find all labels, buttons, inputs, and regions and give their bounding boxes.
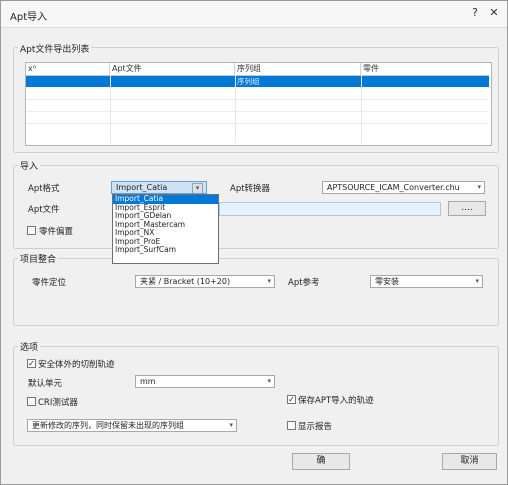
apt-file-input[interactable] <box>219 202 441 216</box>
table-row[interactable] <box>26 99 489 100</box>
apt-reference-select[interactable]: 零安装 ▾ <box>370 275 483 288</box>
chevron-down-icon[interactable]: ▾ <box>475 276 479 287</box>
chevron-down-icon[interactable]: ▾ <box>267 376 271 387</box>
column-header-x[interactable]: x⁰ <box>26 63 110 75</box>
sequence-mode-value: 更新修改的序列，同时保留未出现的序列组 <box>32 421 184 430</box>
safe-cut-label: 安全体外的切削轨迹 <box>38 360 115 370</box>
options-group-label: 选项 <box>18 340 41 353</box>
table-row-selected[interactable]: 序列组 <box>26 76 489 87</box>
sequence-mode-select[interactable]: 更新修改的序列，同时保留未出现的序列组 ▾ <box>27 419 237 432</box>
apt-format-dropdown-list[interactable]: Import_Catia Import_Esprit Import_GDelan… <box>112 194 219 264</box>
ok-button[interactable]: 确 <box>292 453 350 470</box>
save-apt-label: 保存APT导入的轨迹 <box>298 396 374 406</box>
apt-reference-value: 零安装 <box>375 277 399 286</box>
apt-reference-label: Apt参考 <box>288 278 320 288</box>
apt-import-dialog: Apt导入 ? ✕ Apt文件导出列表 x⁰ Apt文件 序列组 零件 序列组 … <box>0 0 508 485</box>
converter-value: APTSOURCE_ICAM_Converter.chu <box>327 183 460 192</box>
column-divider <box>361 75 362 143</box>
project-group <box>13 258 499 326</box>
part-offset-checkbox[interactable] <box>27 226 36 235</box>
part-position-value: 夹紧 / Bracket (10+20) <box>140 277 231 286</box>
default-unit-label: 默认单元 <box>28 379 63 389</box>
column-header-apt-file[interactable]: Apt文件 <box>110 63 235 75</box>
import-group-label: 导入 <box>18 159 41 172</box>
dropdown-option-surfcam[interactable]: Import_SurfCam <box>113 245 218 255</box>
converter-label: Apt转换器 <box>230 184 271 194</box>
cri-checkbox[interactable] <box>27 397 36 406</box>
table-row[interactable] <box>26 111 489 112</box>
save-apt-checkbox[interactable]: ✓ <box>287 395 296 404</box>
safe-cut-checkbox[interactable]: ✓ <box>27 359 36 368</box>
apt-file-label: Apt文件 <box>28 205 60 215</box>
column-header-sequence[interactable]: 序列组 <box>235 63 361 75</box>
selected-cell-sequence: 序列组 <box>237 77 260 86</box>
chevron-down-icon[interactable]: ▾ <box>229 420 233 431</box>
close-button[interactable]: ✕ <box>486 5 502 21</box>
chevron-down-icon[interactable]: ▾ <box>192 183 203 193</box>
default-unit-value: mm <box>140 377 156 386</box>
apt-format-value: Import_Catia <box>116 183 168 192</box>
column-divider <box>235 75 236 143</box>
converter-select[interactable]: APTSOURCE_ICAM_Converter.chu ▾ <box>322 181 485 194</box>
apt-format-label: Apt格式 <box>28 184 60 194</box>
part-position-select[interactable]: 夹紧 / Bracket (10+20) ▾ <box>135 275 275 288</box>
project-group-label: 项目整合 <box>18 252 59 265</box>
browse-button[interactable]: .... <box>448 201 486 216</box>
default-unit-select[interactable]: mm ▾ <box>135 375 275 388</box>
window-title: Apt导入 <box>10 12 48 23</box>
column-divider <box>110 75 111 143</box>
part-position-label: 零件定位 <box>32 278 67 288</box>
show-report-checkbox[interactable] <box>287 421 296 430</box>
column-header-part[interactable]: 零件 <box>361 63 489 75</box>
chevron-down-icon[interactable]: ▾ <box>477 182 481 193</box>
part-offset-label: 零件偏置 <box>39 227 74 237</box>
apt-file-table[interactable]: x⁰ Apt文件 序列组 零件 序列组 <box>25 62 492 146</box>
help-button[interactable]: ? <box>467 5 483 21</box>
chevron-down-icon[interactable]: ▾ <box>267 276 271 287</box>
title-bar: Apt导入 ? ✕ <box>1 1 507 28</box>
table-row[interactable] <box>26 123 489 124</box>
cancel-button[interactable]: 取消 <box>442 453 497 470</box>
cri-label: CRI测试器 <box>38 398 78 408</box>
show-report-label: 显示报告 <box>298 422 333 432</box>
apt-format-select[interactable]: Import_Catia ▾ <box>111 181 207 194</box>
export-list-group-label: Apt文件导出列表 <box>18 42 92 55</box>
